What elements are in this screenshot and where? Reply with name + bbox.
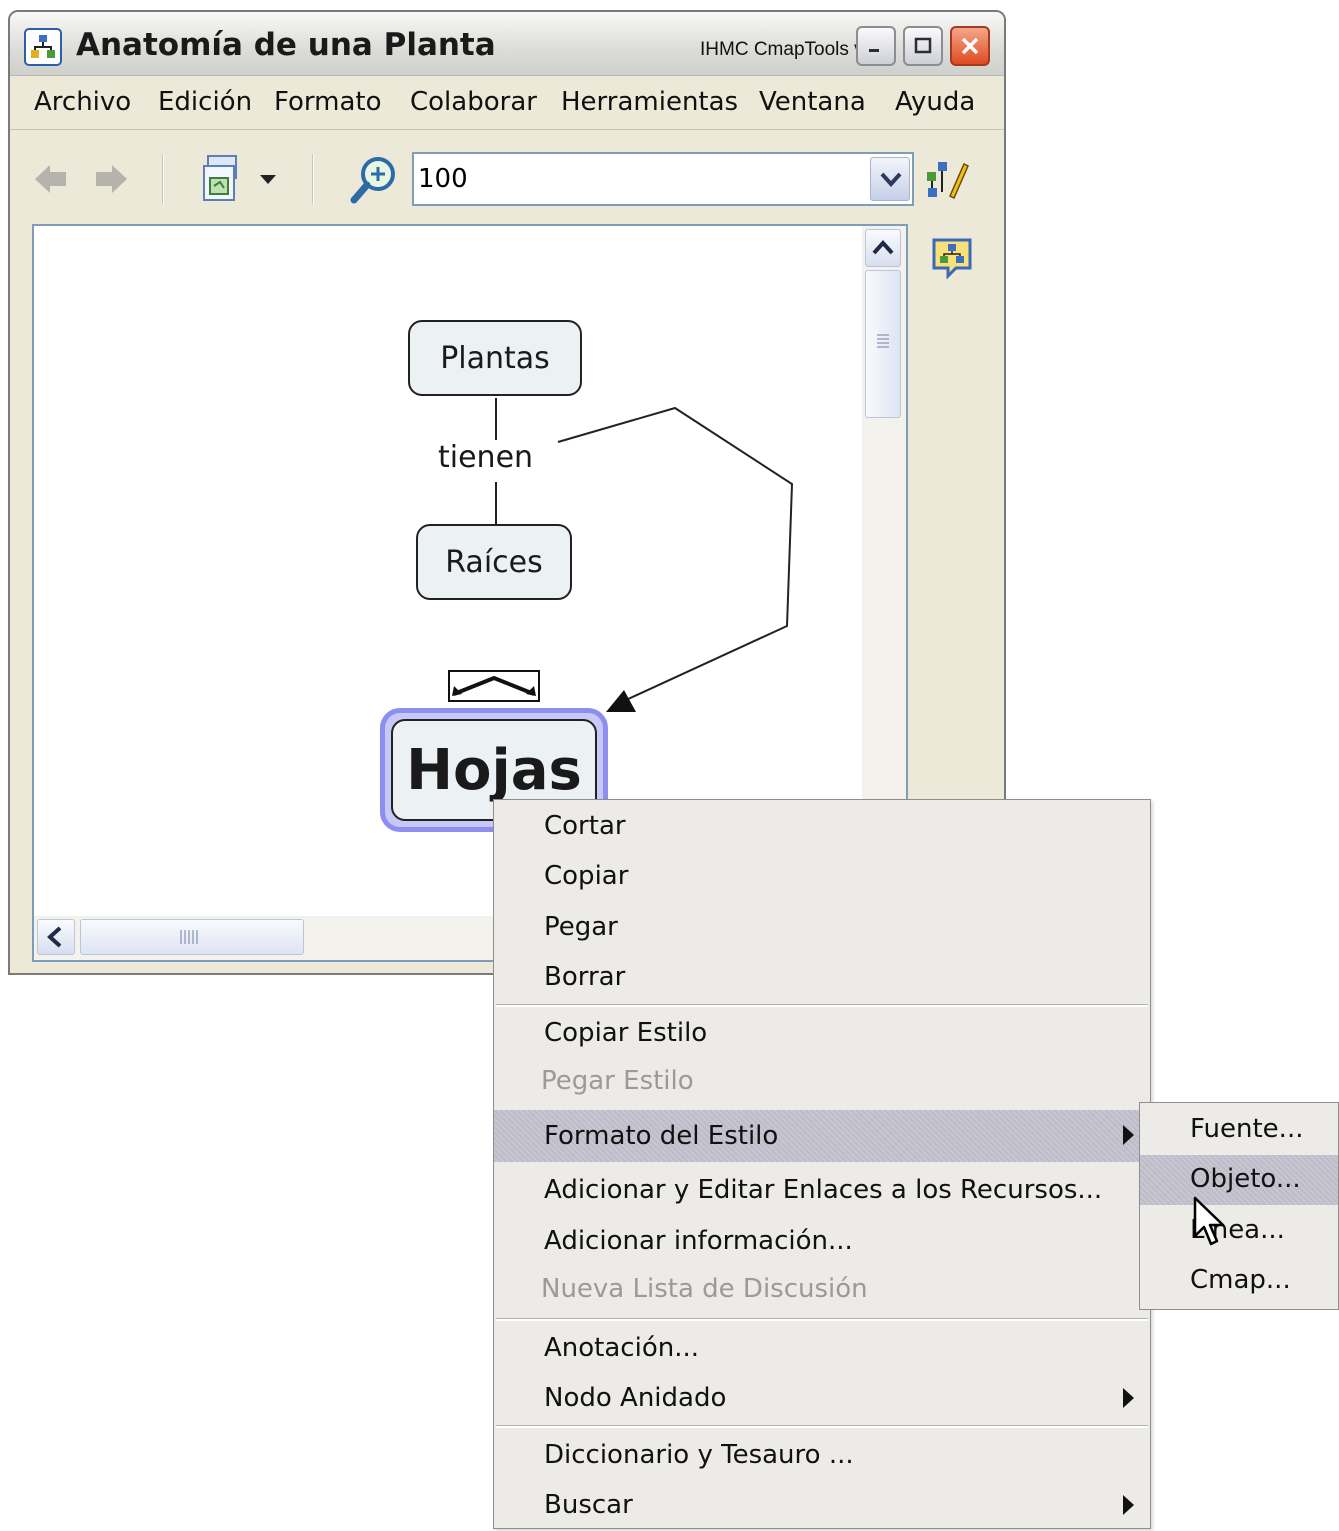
chevron-down-icon bbox=[880, 172, 902, 187]
resize-arrows-icon bbox=[452, 675, 536, 696]
chevron-left-icon bbox=[47, 926, 62, 948]
menu-item-buscar[interactable]: Buscar bbox=[494, 1481, 1150, 1531]
menu-item-label: Nueva Lista de Discusión bbox=[541, 1274, 868, 1304]
menu-bar: Archivo Edición Formato Colaborar Herram… bbox=[10, 78, 1004, 130]
menu-item-label: Pegar Estilo bbox=[541, 1066, 694, 1096]
menu-item-nueva-lista-discusion: Nueva Lista de Discusión bbox=[494, 1265, 1150, 1315]
toolbar-separator bbox=[162, 154, 164, 204]
maximize-icon bbox=[914, 37, 932, 54]
menu-item-diccionario-tesauro[interactable]: Diccionario y Tesauro ... bbox=[494, 1431, 1150, 1481]
menu-item-copiar[interactable]: Copiar bbox=[494, 852, 1150, 902]
back-arrow-icon[interactable] bbox=[32, 160, 70, 198]
menu-item-cortar[interactable]: Cortar bbox=[494, 802, 1150, 852]
menu-item-formato-del-estilo[interactable]: Formato del Estilo bbox=[494, 1110, 1150, 1162]
resize-handle[interactable] bbox=[448, 670, 540, 702]
menu-ventana[interactable]: Ventana bbox=[759, 87, 866, 117]
menu-item-label: Pegar bbox=[544, 912, 618, 942]
zoom-dropdown-button[interactable] bbox=[870, 157, 910, 201]
horizontal-scroll-thumb[interactable] bbox=[80, 919, 304, 955]
forward-arrow-icon[interactable] bbox=[92, 160, 130, 198]
menu-item-label: Anotación... bbox=[544, 1333, 699, 1363]
title-bar[interactable]: Anatomía de una Planta IHMC CmapTools v4 bbox=[10, 12, 1004, 76]
submenu-arrow-icon bbox=[1123, 1388, 1134, 1408]
menu-separator bbox=[496, 1004, 1148, 1007]
menu-item-label: Adicionar información... bbox=[544, 1226, 853, 1256]
menu-item-nodo-anidado[interactable]: Nodo Anidado bbox=[494, 1374, 1150, 1424]
scroll-up-button[interactable] bbox=[865, 229, 901, 267]
menu-item-label: Objeto... bbox=[1190, 1164, 1301, 1194]
menu-item-anotacion[interactable]: Anotación... bbox=[494, 1324, 1150, 1374]
submenu-item-objeto[interactable]: Objeto... bbox=[1140, 1155, 1338, 1205]
linking-phrase[interactable]: tienen bbox=[438, 440, 534, 475]
menu-item-label: Cortar bbox=[544, 811, 626, 841]
menu-item-label: Fuente... bbox=[1190, 1114, 1304, 1144]
menu-item-pegar[interactable]: Pegar bbox=[494, 903, 1150, 953]
menu-item-label: Borrar bbox=[544, 962, 626, 992]
menu-colaborar[interactable]: Colaborar bbox=[410, 87, 537, 117]
zoom-in-icon[interactable] bbox=[350, 154, 402, 206]
grip-icon bbox=[180, 930, 198, 944]
styles-palette-icon[interactable] bbox=[924, 158, 970, 200]
menu-item-label: Cmap... bbox=[1190, 1265, 1291, 1295]
context-menu: Cortar Copiar Pegar Borrar Copiar Estilo… bbox=[493, 799, 1151, 1529]
view-layout-icon[interactable] bbox=[202, 154, 250, 204]
menu-item-label: Nodo Anidado bbox=[544, 1383, 727, 1413]
menu-separator bbox=[496, 1318, 1148, 1321]
zoom-combobox[interactable]: 100 bbox=[412, 152, 914, 206]
submenu-item-linea[interactable]: Línea... bbox=[1140, 1206, 1338, 1256]
menu-item-copiar-estilo[interactable]: Copiar Estilo bbox=[494, 1009, 1150, 1059]
submenu-arrow-icon bbox=[1123, 1125, 1134, 1145]
submenu-arrow-icon bbox=[1123, 1495, 1134, 1515]
discussion-icon[interactable] bbox=[930, 236, 974, 280]
submenu-item-cmap[interactable]: Cmap... bbox=[1140, 1256, 1338, 1306]
menu-item-label: Diccionario y Tesauro ... bbox=[544, 1440, 854, 1470]
menu-formato[interactable]: Formato bbox=[274, 87, 382, 117]
chevron-up-icon bbox=[872, 240, 894, 255]
menu-ayuda[interactable]: Ayuda bbox=[895, 87, 975, 117]
app-name-label: IHMC CmapTools v4 bbox=[700, 39, 875, 60]
menu-item-label: Buscar bbox=[544, 1490, 633, 1520]
menu-item-enlaces-recursos[interactable]: Adicionar y Editar Enlaces a los Recurso… bbox=[494, 1166, 1150, 1216]
cmap-app-icon bbox=[24, 28, 62, 66]
menu-item-label: Copiar bbox=[544, 861, 629, 891]
toolbar-separator bbox=[312, 154, 314, 204]
grip-icon bbox=[877, 334, 889, 348]
menu-item-pegar-estilo: Pegar Estilo bbox=[494, 1057, 1150, 1107]
menu-item-borrar[interactable]: Borrar bbox=[494, 953, 1150, 1003]
link-line-to-hojas bbox=[557, 406, 794, 701]
menu-item-label: Adicionar y Editar Enlaces a los Recurso… bbox=[544, 1175, 1103, 1205]
close-icon bbox=[961, 37, 979, 55]
menu-item-label: Formato del Estilo bbox=[544, 1121, 779, 1151]
formato-estilo-submenu: Fuente... Objeto... Línea... Cmap... bbox=[1139, 1102, 1339, 1310]
concept-plantas[interactable]: Plantas bbox=[408, 320, 582, 396]
vertical-scroll-thumb[interactable] bbox=[865, 270, 901, 418]
menu-edicion[interactable]: Edición bbox=[158, 87, 252, 117]
submenu-item-fuente[interactable]: Fuente... bbox=[1140, 1105, 1338, 1155]
menu-separator bbox=[496, 1425, 1148, 1428]
toolbar: 100 bbox=[10, 132, 1004, 222]
minimize-button[interactable] bbox=[856, 26, 896, 66]
close-button[interactable] bbox=[950, 26, 990, 66]
concept-raices[interactable]: Raíces bbox=[416, 524, 572, 600]
menu-item-adicionar-informacion[interactable]: Adicionar información... bbox=[494, 1217, 1150, 1267]
arrowhead-icon bbox=[606, 690, 636, 712]
menu-herramientas[interactable]: Herramientas bbox=[561, 87, 738, 117]
chevron-down-icon[interactable] bbox=[258, 172, 278, 186]
menu-item-label: Copiar Estilo bbox=[544, 1018, 708, 1048]
scroll-left-button[interactable] bbox=[37, 919, 75, 955]
window-title: Anatomía de una Planta bbox=[76, 27, 496, 63]
menu-archivo[interactable]: Archivo bbox=[34, 87, 131, 117]
zoom-value[interactable]: 100 bbox=[418, 164, 468, 194]
mouse-pointer-icon bbox=[1193, 1196, 1225, 1246]
maximize-button[interactable] bbox=[903, 26, 943, 66]
minimize-icon bbox=[869, 49, 879, 52]
